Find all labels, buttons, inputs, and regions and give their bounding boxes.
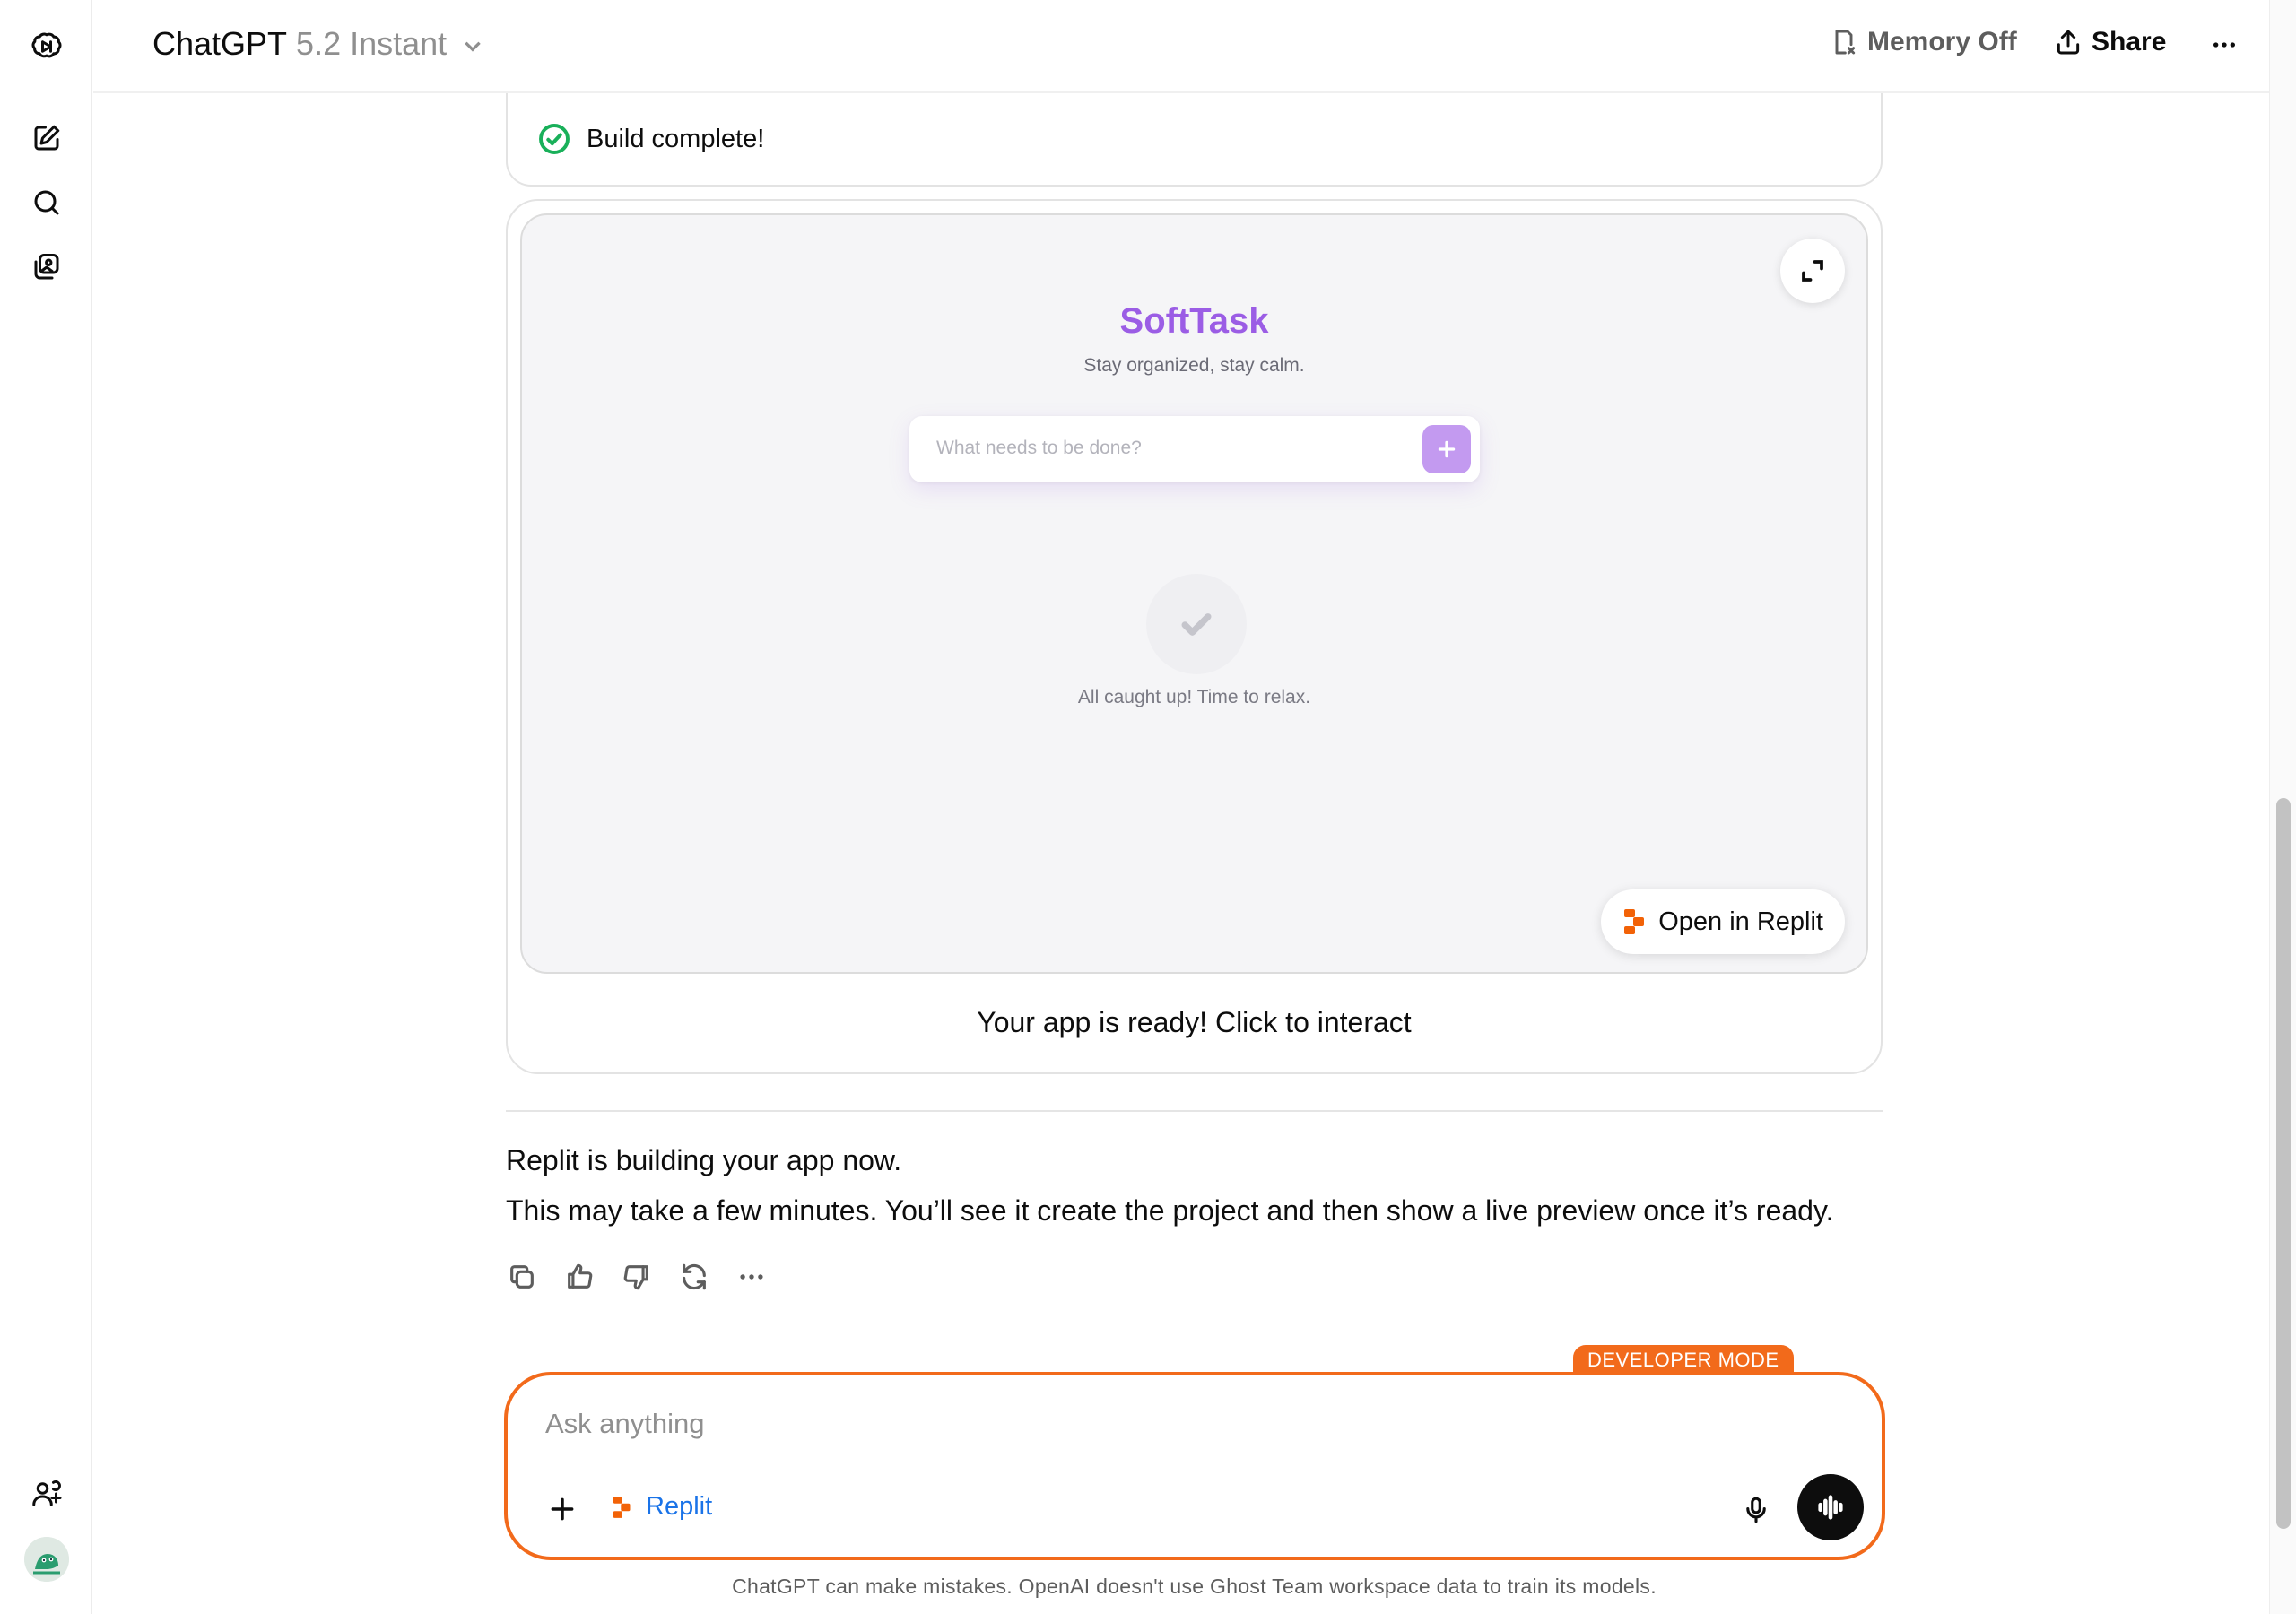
more-actions-button[interactable] [734, 1259, 770, 1295]
checkmark-icon [1181, 613, 1212, 636]
replit-tool-label: Replit [646, 1492, 713, 1521]
message-actions [504, 1259, 770, 1295]
openai-logo-icon[interactable] [23, 23, 70, 70]
softtask-title: SoftTask [1119, 301, 1269, 341]
thumbs-down-icon [623, 1265, 648, 1290]
images-icon[interactable] [23, 244, 70, 291]
add-task-button[interactable] [1422, 425, 1471, 473]
dictate-button[interactable] [1735, 1488, 1778, 1532]
top-header: ChatGPT 5.2 Instant Memory Off Share [93, 0, 2269, 93]
scrollbar[interactable] [2269, 0, 2296, 1614]
build-status-label: Build complete! [587, 124, 765, 153]
app-name: ChatGPT [152, 25, 288, 62]
replit-tool-chip[interactable]: Replit [612, 1492, 712, 1522]
invite-members-icon[interactable] [23, 1471, 70, 1517]
memory-off-icon [1835, 30, 1856, 55]
regenerate-icon [683, 1263, 706, 1290]
share-icon [2057, 30, 2080, 55]
voice-mode-button[interactable] [1797, 1474, 1864, 1540]
disclaimer-text: ChatGPT can make mistakes. OpenAI doesn'… [732, 1575, 1657, 1598]
expand-button[interactable] [1780, 239, 1845, 303]
developer-mode-badge: DEVELOPER MODE [1573, 1345, 1794, 1375]
thumbs-up-icon [568, 1263, 593, 1289]
microphone-icon [1746, 1497, 1766, 1523]
share-label: Share [2092, 27, 2167, 56]
thumbs-down-button[interactable] [619, 1259, 655, 1295]
more-horizontal-icon [2213, 42, 2235, 48]
check-circle-icon [539, 124, 570, 154]
memory-toggle[interactable]: Memory Off [1830, 27, 2017, 57]
plus-icon [1438, 440, 1456, 458]
empty-state-text: All caught up! Time to relax. [1077, 687, 1311, 707]
assistant-message-line-1: Replit is building your app now. [506, 1144, 902, 1176]
divider [506, 1110, 1883, 1112]
app-ready-caption: Your app is ready! Click to interact [977, 1006, 1412, 1038]
composer[interactable]: Ask anything Replit [504, 1372, 1885, 1560]
plus-icon [551, 1497, 574, 1521]
open-in-replit-label: Open in Replit [1658, 907, 1823, 936]
task-input[interactable]: What needs to be done? [936, 438, 1142, 459]
chevron-down-icon [465, 41, 481, 52]
model-selector[interactable]: ChatGPT 5.2 Instant [152, 25, 484, 63]
expand-icon [1802, 260, 1823, 282]
task-input-box[interactable]: What needs to be done? [909, 416, 1480, 482]
open-in-replit-button[interactable]: Open in Replit [1601, 889, 1845, 954]
memory-label: Memory Off [1867, 27, 2017, 56]
model-version: 5.2 Instant [296, 25, 448, 62]
empty-state-badge [1146, 574, 1247, 674]
app-preview-card[interactable]: SoftTask Stay organized, stay calm. What… [506, 199, 1883, 1074]
thumbs-up-button[interactable] [561, 1259, 597, 1295]
attach-button[interactable] [540, 1487, 585, 1532]
share-button[interactable]: Share [2054, 27, 2166, 57]
new-chat-icon[interactable] [23, 115, 70, 161]
prompt-input[interactable]: Ask anything [545, 1408, 705, 1440]
copy-icon [510, 1265, 534, 1289]
assistant-message-line-2: This may take a few minutes. You’ll see … [506, 1194, 1834, 1227]
search-icon[interactable] [23, 179, 70, 226]
replit-logo-icon [1624, 909, 1646, 934]
voice-waveform-icon [1818, 1495, 1843, 1520]
replit-logo-icon [613, 1496, 631, 1518]
avatar[interactable] [24, 1537, 69, 1582]
more-icon [740, 1274, 763, 1280]
scrollbar-thumb[interactable] [2276, 798, 2291, 1529]
app-preview-frame[interactable]: SoftTask Stay organized, stay calm. What… [520, 213, 1868, 974]
softtask-subtitle: Stay organized, stay calm. [1083, 355, 1305, 376]
more-options-button[interactable] [2210, 30, 2239, 59]
left-rail [0, 0, 92, 1614]
build-status-bar: Build complete! [506, 93, 1883, 187]
copy-button[interactable] [504, 1259, 540, 1295]
regenerate-button[interactable] [676, 1259, 712, 1295]
